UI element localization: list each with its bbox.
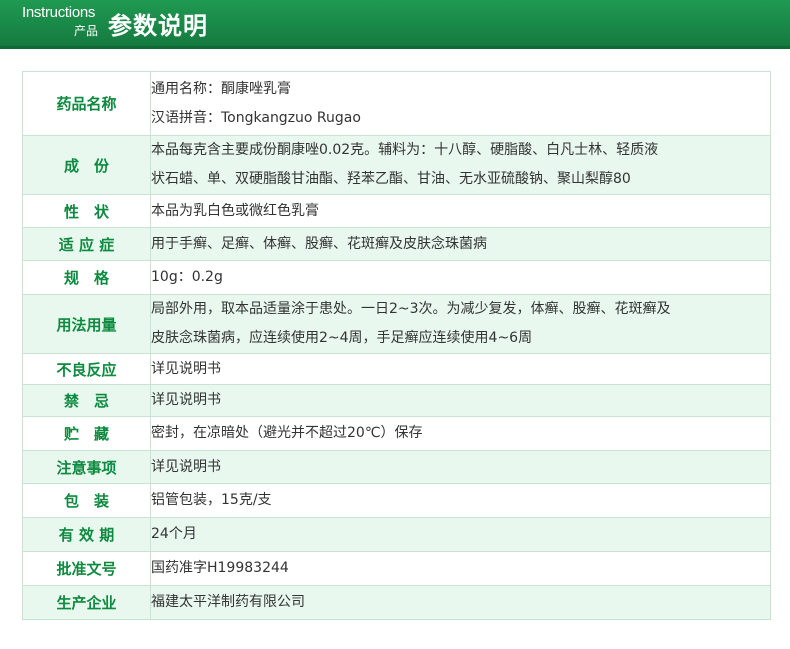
row-value-line: 本品每克含主要成份酮康唑0.02克。辅料为：十八醇、硬脂酸、白凡士林、轻质液 (151, 142, 659, 158)
table-row: 成 份 本品每克含主要成份酮康唑0.02克。辅料为：十八醇、硬脂酸、白凡士林、轻… (22, 135, 771, 195)
table-row: 适 应 症 用于手癣、足癣、体癣、股癣、花斑癣及皮肤念珠菌病 (22, 227, 771, 261)
table-row: 禁 忌 详见说明书 (22, 384, 771, 417)
row-value: 详见说明书 (150, 353, 771, 385)
row-label: 不良反应 (22, 353, 151, 385)
table-row: 注意事项 详见说明书 (22, 450, 771, 484)
table-row: 规 格 10g：0.2g (22, 260, 771, 295)
row-label: 包 装 (22, 483, 151, 518)
row-label: 药品名称 (22, 71, 151, 136)
row-value-line: 局部外用，取本品适量涂于患处。一日2~3次。为减少复发，体癣、股癣、花斑癣及 (151, 301, 671, 317)
row-label: 注意事项 (22, 450, 151, 484)
row-value-line: 状石蜡、单、双硬脂酸甘油酯、羟苯乙酯、甘油、无水亚硫酸钠、聚山梨醇80 (151, 171, 631, 187)
table-row: 贮 藏 密封，在凉暗处（避光并不超过20℃）保存 (22, 416, 771, 451)
row-label: 批准文号 (22, 551, 151, 586)
row-label: 成 份 (22, 135, 151, 195)
row-value: 福建太平洋制药有限公司 (150, 585, 771, 620)
row-label: 用法用量 (22, 294, 151, 354)
row-value-line: 用于手癣、足癣、体癣、股癣、花斑癣及皮肤念珠菌病 (151, 235, 488, 252)
row-value: 铝管包装，15克/支 (150, 483, 771, 518)
row-value: 国药准字H19983244 (150, 551, 771, 586)
row-value-line: 详见说明书 (151, 458, 222, 475)
table-row: 有 效 期 24个月 (22, 517, 771, 552)
row-value: 本品每克含主要成份酮康唑0.02克。辅料为：十八醇、硬脂酸、白凡士林、轻质液 状… (150, 135, 771, 195)
row-value-line: 国药准字H19983244 (151, 560, 289, 576)
row-value-line: 汉语拼音：Tongkangzuo Rugao (151, 109, 361, 126)
row-value: 用于手癣、足癣、体癣、股癣、花斑癣及皮肤念珠菌病 (150, 227, 771, 261)
row-label: 有 效 期 (22, 517, 151, 552)
row-value: 通用名称：酮康唑乳膏 汉语拼音：Tongkangzuo Rugao (150, 71, 771, 136)
row-value-line: 密封，在凉暗处（避光并不超过20℃）保存 (151, 425, 423, 441)
section-header: Instructions 产品 参数说明 (0, 0, 790, 49)
table-row: 包 装 铝管包装，15克/支 (22, 483, 771, 518)
table-row: 性 状 本品为乳白色或微红色乳膏 (22, 194, 771, 228)
table-row: 药品名称 通用名称：酮康唑乳膏 汉语拼音：Tongkangzuo Rugao (22, 71, 771, 136)
row-label: 性 状 (22, 194, 151, 228)
row-value: 10g：0.2g (150, 260, 771, 295)
row-value: 详见说明书 (150, 384, 771, 417)
row-value-line: 皮肤念珠菌病，应连续使用2~4周，手足癣应连续使用4~6周 (151, 330, 533, 346)
row-value: 密封，在凉暗处（避光并不超过20℃）保存 (150, 416, 771, 451)
header-main-title: 参数说明 (108, 12, 208, 40)
header-english-title: Instructions (22, 4, 96, 21)
row-value: 详见说明书 (150, 450, 771, 484)
row-value-line: 铝管包装，15克/支 (151, 492, 272, 508)
header-small-title: 产品 (74, 24, 99, 38)
row-value: 局部外用，取本品适量涂于患处。一日2~3次。为减少复发，体癣、股癣、花斑癣及 皮… (150, 294, 771, 354)
table-row: 批准文号 国药准字H19983244 (22, 551, 771, 586)
row-label: 规 格 (22, 260, 151, 295)
spec-table: 药品名称 通用名称：酮康唑乳膏 汉语拼音：Tongkangzuo Rugao 成… (22, 71, 771, 620)
row-label: 贮 藏 (22, 416, 151, 451)
row-value-line: 福建太平洋制药有限公司 (151, 594, 306, 610)
table-row: 不良反应 详见说明书 (22, 353, 771, 385)
table-row: 用法用量 局部外用，取本品适量涂于患处。一日2~3次。为减少复发，体癣、股癣、花… (22, 294, 771, 354)
row-value-line: 通用名称：酮康唑乳膏 (151, 80, 292, 97)
row-value-line: 本品为乳白色或微红色乳膏 (151, 202, 320, 219)
row-label: 适 应 症 (22, 227, 151, 261)
row-value-line: 详见说明书 (151, 392, 222, 408)
row-value-line: 24个月 (151, 526, 197, 542)
row-label: 生产企业 (22, 585, 151, 620)
row-value: 24个月 (150, 517, 771, 552)
row-label: 禁 忌 (22, 384, 151, 417)
table-row: 生产企业 福建太平洋制药有限公司 (22, 585, 771, 620)
row-value-line: 10g：0.2g (151, 269, 223, 285)
row-value-line: 详见说明书 (151, 360, 222, 377)
row-value: 本品为乳白色或微红色乳膏 (150, 194, 771, 228)
